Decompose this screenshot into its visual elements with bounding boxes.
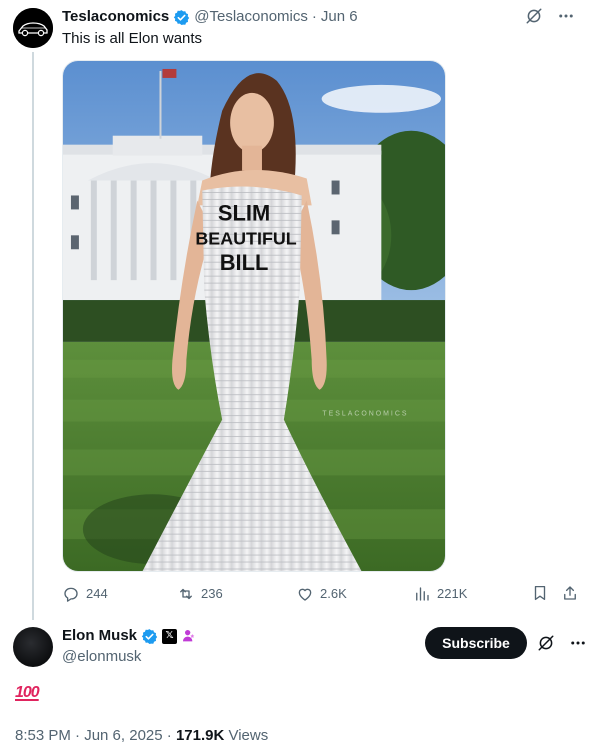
dress-text-bill: BILL (220, 250, 269, 275)
reply-tweet-header: Elon Musk 𝕏 (62, 626, 197, 646)
tweet-date[interactable]: Jun 6 (321, 7, 358, 27)
dress-text-beautiful: BEAUTIFUL (195, 228, 296, 248)
tesla-car-icon (13, 8, 53, 48)
repost-count: 236 (201, 586, 223, 601)
elon-avatar[interactable] (13, 627, 53, 667)
more-icon[interactable] (569, 634, 587, 652)
dress-text-slim: SLIM (218, 200, 270, 225)
photo-watermark: TESLACONOMICS (322, 411, 408, 418)
more-icon[interactable] (557, 7, 575, 25)
reply-tweet-meta: 8:53 PM · Jun 6, 2025 · 171.9K Views (15, 726, 268, 746)
grok-icon[interactable] (537, 634, 555, 652)
bookmark-icon (534, 585, 546, 601)
subscribe-button[interactable]: Subscribe (425, 627, 527, 659)
verified-badge-icon (174, 9, 190, 25)
reply-icon (64, 587, 78, 602)
views-icon (416, 587, 429, 601)
reply-count: 244 (86, 586, 108, 601)
share-icon (564, 586, 576, 600)
author-name[interactable]: Teslaconomics (62, 7, 169, 27)
like-icon (298, 588, 312, 601)
parent-tweet-top-icons (525, 7, 575, 25)
tesla-avatar[interactable] (13, 8, 53, 48)
meta-separator: · (162, 727, 176, 744)
hundred-points-icon: 100 (15, 684, 40, 701)
reply-tweet-top-icons (537, 634, 587, 652)
bookmark-button[interactable] (531, 584, 549, 602)
repost-button[interactable]: 236 (177, 584, 223, 604)
share-button[interactable] (561, 584, 579, 602)
tweet-photo[interactable]: SLIM BEAUTIFUL BILL TESLACONOMICS (62, 60, 446, 572)
thread-line (32, 52, 34, 620)
verified-badge-icon (141, 628, 158, 644)
views-count: 221K (437, 586, 468, 601)
like-count: 2.6K (320, 586, 347, 601)
grok-icon[interactable] (525, 7, 543, 25)
like-button[interactable]: 2.6K (296, 584, 347, 604)
reply-views-label: Views (228, 727, 269, 744)
reply-views-count: 171.9K (175, 727, 225, 744)
parent-tweet-text: This is all Elon wants (62, 30, 203, 47)
person-badge-icon[interactable] (181, 628, 197, 644)
reply-author-handle[interactable]: @elonmusk (62, 647, 141, 667)
views-button[interactable]: 221K (413, 584, 467, 604)
reply-timestamp[interactable]: 8:53 PM · Jun 6, 2025 (15, 727, 163, 744)
reply-button[interactable]: 244 (62, 584, 108, 604)
parent-tweet-actions: 244 236 2.6K 221K (62, 584, 584, 606)
parent-tweet-header: Teslaconomics @Teslaconomics · Jun 6 (62, 7, 358, 27)
reply-author-name[interactable]: Elon Musk (62, 626, 137, 646)
x-badge-icon[interactable]: 𝕏 (162, 628, 178, 644)
repost-icon (180, 588, 192, 600)
separator-dot: · (311, 8, 317, 25)
author-handle[interactable]: @Teslaconomics (194, 7, 308, 27)
